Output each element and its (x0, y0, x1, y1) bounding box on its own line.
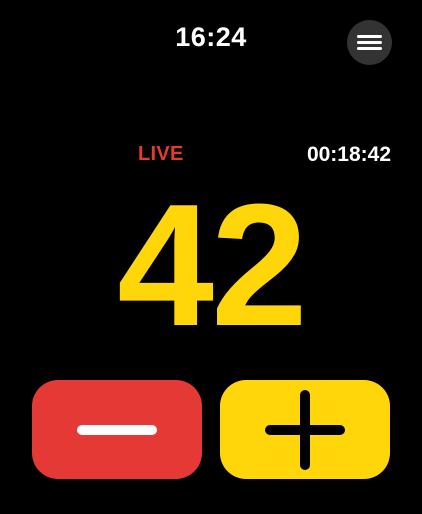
counter-value: 42 (117, 167, 308, 362)
increment-button[interactable] (220, 380, 390, 479)
plus-icon (265, 389, 345, 470)
decrement-button[interactable] (32, 380, 202, 479)
menu-button[interactable] (347, 20, 392, 65)
elapsed-timer: 00:18:42 (306, 143, 391, 166)
hamburger-menu-icon (357, 35, 382, 50)
live-indicator: LIVE (138, 143, 184, 165)
minus-icon (77, 424, 157, 435)
session-status-row: LIVE 00:18:42 (0, 143, 422, 169)
counter-screen: 16:24 LIVE 00:18:42 42 (0, 0, 422, 514)
